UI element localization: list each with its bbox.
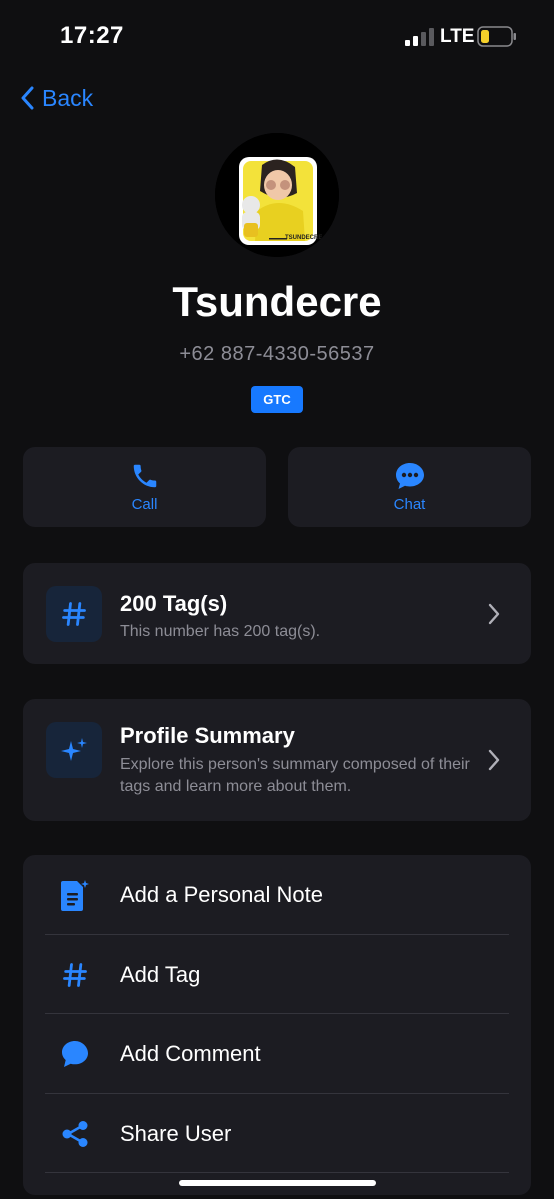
contact-name: Tsundecre — [172, 278, 382, 325]
back-button[interactable]: Back — [20, 82, 93, 114]
add-tag-item[interactable]: Add Tag — [23, 935, 531, 1014]
call-button[interactable]: Call — [23, 447, 266, 527]
menu-label: Add a Personal Note — [120, 881, 324, 907]
battery-icon — [477, 26, 516, 47]
tags-card[interactable]: 200 Tag(s) This number has 200 tag(s). — [23, 563, 531, 664]
profile-summary-card[interactable]: Profile Summary Explore this person's su… — [23, 699, 531, 821]
summary-icon-box — [46, 722, 102, 778]
add-personal-note-item[interactable]: Add a Personal Note — [23, 855, 531, 934]
divider — [45, 1172, 509, 1173]
chat-button[interactable]: Chat — [288, 447, 531, 527]
menu-label: Add Comment — [120, 1040, 261, 1066]
tags-title: 200 Tag(s) — [120, 591, 228, 616]
chevron-right-icon — [488, 603, 500, 624]
chevron-left-icon — [21, 86, 34, 110]
share-icon — [59, 1118, 91, 1150]
hashtag-icon — [59, 959, 91, 991]
avatar: TSUNDECRE — [215, 133, 339, 257]
comment-icon — [59, 1038, 91, 1070]
menu-label: Add Tag — [120, 961, 201, 987]
status-bar: 17:27 LTE — [0, 0, 554, 70]
summary-subtitle: Explore this person's summary composed o… — [120, 756, 470, 795]
status-time: 17:27 — [60, 22, 124, 49]
carrier-badge: GTC — [251, 386, 303, 413]
chat-bubble-icon — [395, 463, 424, 489]
actions-menu: Add a Personal Note Add Tag Add Comment — [23, 855, 531, 1195]
tags-icon-box — [46, 586, 102, 642]
summary-title: Profile Summary — [120, 723, 295, 748]
network-type: LTE — [440, 26, 475, 47]
home-indicator[interactable] — [179, 1180, 376, 1186]
phone-icon — [133, 464, 156, 488]
contact-phone: +62 887-4330-56537 — [179, 343, 375, 365]
back-label: Back — [42, 84, 94, 111]
cellular-signal-icon — [405, 28, 434, 46]
chevron-right-icon — [488, 749, 500, 771]
hashtag-icon — [62, 602, 86, 626]
share-user-item[interactable]: Share User — [23, 1094, 531, 1173]
call-label: Call — [131, 496, 158, 513]
sparkle-icon — [61, 738, 87, 761]
avatar-caption: TSUNDECRE — [285, 235, 323, 241]
menu-label: Share User — [120, 1120, 232, 1146]
add-comment-item[interactable]: Add Comment — [23, 1014, 531, 1093]
note-icon — [59, 879, 91, 911]
chat-label: Chat — [393, 496, 426, 513]
tags-subtitle: This number has 200 tag(s). — [120, 623, 321, 640]
